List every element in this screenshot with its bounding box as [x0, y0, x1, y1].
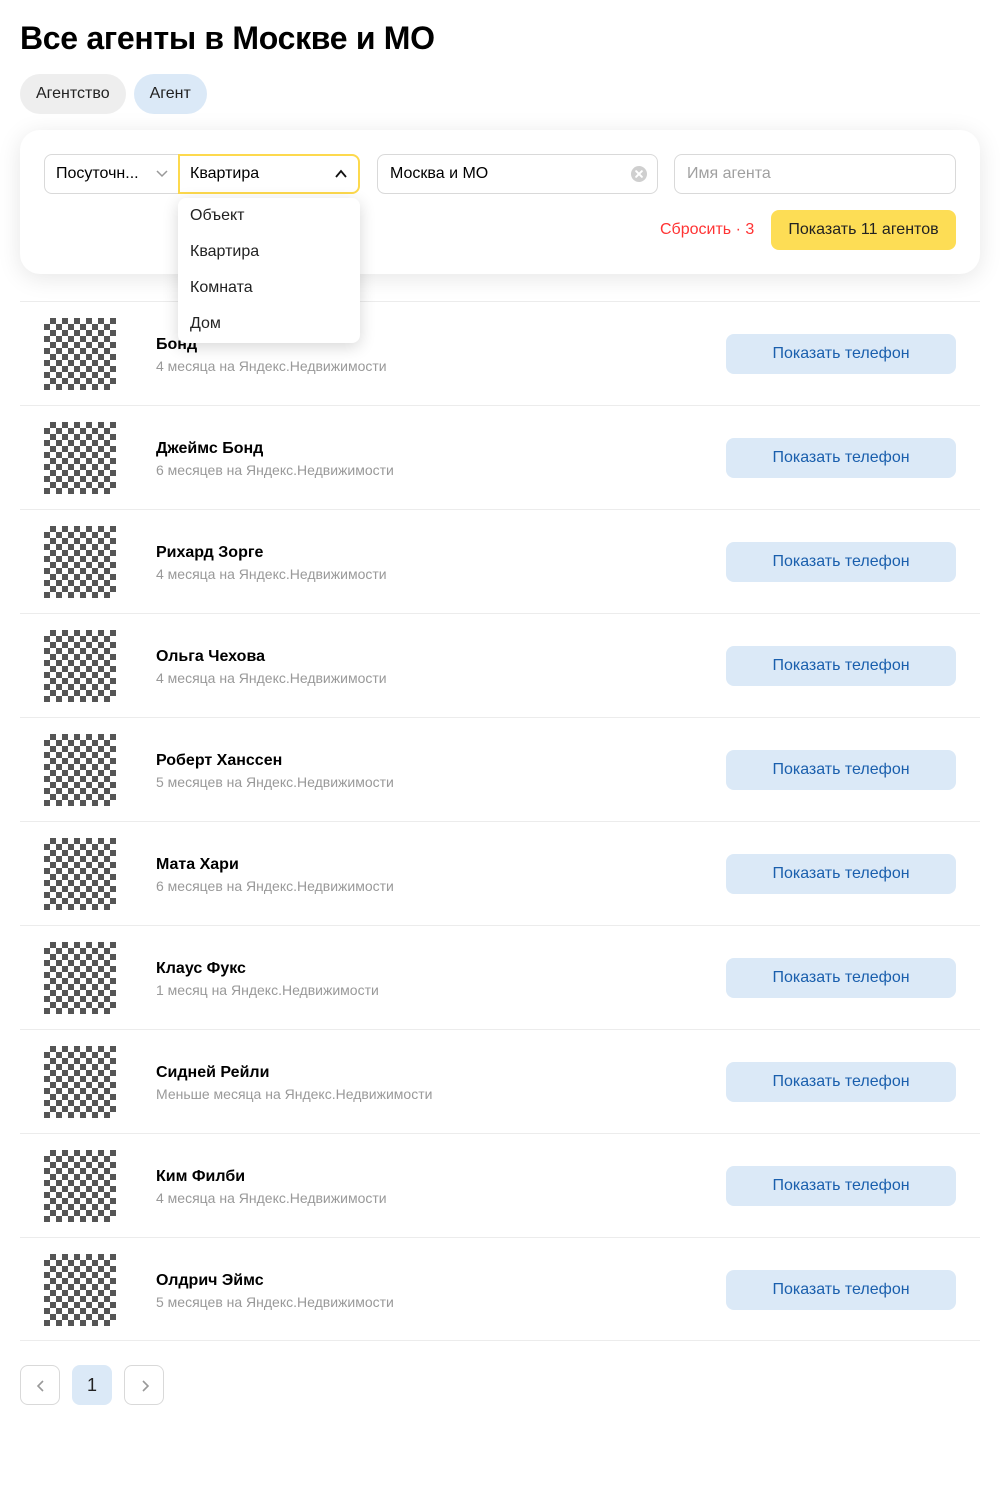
list-item: Мата Хари 6 месяцев на Яндекс.Недвижимос…	[20, 821, 980, 925]
avatar	[44, 1254, 116, 1326]
show-phone-button[interactable]: Показать телефон	[726, 1062, 956, 1102]
dropdown-option-house[interactable]: Дом	[178, 306, 360, 342]
list-item: Ким Филби 4 месяца на Яндекс.Недвижимост…	[20, 1133, 980, 1237]
show-phone-button[interactable]: Показать телефон	[726, 750, 956, 790]
agent-name[interactable]: Мата Хари	[156, 855, 239, 875]
clear-circle-icon[interactable]	[631, 166, 647, 182]
prev-page-button[interactable]	[20, 1365, 60, 1405]
avatar	[44, 318, 116, 390]
dropdown-option-object[interactable]: Объект	[178, 198, 360, 234]
show-phone-button[interactable]: Показать телефон	[726, 854, 956, 894]
object-type-select[interactable]: Квартира	[178, 154, 360, 194]
avatar	[44, 1046, 116, 1118]
object-type-dropdown: Объект Квартира Комната Дом	[178, 198, 360, 343]
show-agents-button[interactable]: Показать 11 агентов	[771, 210, 956, 250]
agent-meta: 4 месяца на Яндекс.Недвижимости	[156, 1190, 387, 1206]
agents-list: Бонд 4 месяца на Яндекс.Недвижимости Пок…	[20, 301, 980, 1341]
agent-name[interactable]: Сидней Рейли	[156, 1063, 269, 1083]
chevron-left-icon	[36, 1380, 44, 1392]
agent-name[interactable]: Клаус Фукс	[156, 959, 246, 979]
avatar	[44, 734, 116, 806]
page-number-button[interactable]: 1	[72, 1365, 112, 1405]
reset-filters-link[interactable]: Сбросить · 3	[660, 210, 754, 250]
agent-meta: Меньше месяца на Яндекс.Недвижимости	[156, 1086, 433, 1102]
show-phone-button[interactable]: Показать телефон	[726, 542, 956, 582]
agent-type-tabs: Агентство Агент	[20, 74, 207, 114]
next-page-button[interactable]	[124, 1365, 164, 1405]
page-title: Все агенты в Москве и МО	[20, 20, 435, 56]
agent-name[interactable]: Джеймс Бонд	[156, 439, 263, 459]
show-phone-button[interactable]: Показать телефон	[726, 958, 956, 998]
pagination: 1	[20, 1365, 164, 1405]
agent-name[interactable]: Ольга Чехова	[156, 647, 265, 667]
chevron-down-icon	[156, 170, 168, 178]
agent-meta: 5 месяцев на Яндекс.Недвижимости	[156, 774, 394, 790]
agent-name[interactable]: Роберт Ханссен	[156, 751, 282, 771]
filter-panel: Посуточн... Квартира Москва и МО Сбросит…	[20, 130, 980, 274]
chevron-right-icon	[142, 1380, 150, 1392]
avatar	[44, 526, 116, 598]
tab-agent[interactable]: Агент	[133, 74, 207, 114]
avatar	[44, 1150, 116, 1222]
region-input[interactable]: Москва и МО	[377, 154, 658, 194]
agent-meta: 4 месяца на Яндекс.Недвижимости	[156, 670, 387, 686]
agent-name[interactable]: Рихард Зорге	[156, 543, 263, 563]
agent-name-input[interactable]	[674, 154, 956, 194]
list-item: Рихард Зорге 4 месяца на Яндекс.Недвижим…	[20, 509, 980, 613]
agent-name[interactable]: Олдрич Эймс	[156, 1271, 264, 1291]
avatar	[44, 630, 116, 702]
list-item: Ольга Чехова 4 месяца на Яндекс.Недвижим…	[20, 613, 980, 717]
list-item: Джеймс Бонд 6 месяцев на Яндекс.Недвижим…	[20, 405, 980, 509]
agent-meta: 5 месяцев на Яндекс.Недвижимости	[156, 1294, 394, 1310]
show-phone-button[interactable]: Показать телефон	[726, 1166, 956, 1206]
deal-type-select[interactable]: Посуточн...	[44, 154, 180, 194]
deal-type-value: Посуточн...	[56, 165, 139, 182]
agent-meta: 1 месяц на Яндекс.Недвижимости	[156, 982, 379, 998]
avatar	[44, 422, 116, 494]
avatar	[44, 838, 116, 910]
agent-meta: 4 месяца на Яндекс.Недвижимости	[156, 358, 387, 374]
chevron-up-icon	[335, 169, 347, 178]
list-item: Роберт Ханссен 5 месяцев на Яндекс.Недви…	[20, 717, 980, 821]
region-value: Москва и МО	[390, 165, 489, 182]
list-item: Бонд 4 месяца на Яндекс.Недвижимости Пок…	[20, 301, 980, 405]
agent-meta: 4 месяца на Яндекс.Недвижимости	[156, 566, 387, 582]
dropdown-option-room[interactable]: Комната	[178, 270, 360, 306]
list-item: Клаус Фукс 1 месяц на Яндекс.Недвижимост…	[20, 925, 980, 1029]
show-phone-button[interactable]: Показать телефон	[726, 438, 956, 478]
agent-meta: 6 месяцев на Яндекс.Недвижимости	[156, 462, 394, 478]
show-phone-button[interactable]: Показать телефон	[726, 646, 956, 686]
dropdown-option-apartment[interactable]: Квартира	[178, 234, 360, 270]
show-phone-button[interactable]: Показать телефон	[726, 334, 956, 374]
agent-name[interactable]: Ким Филби	[156, 1167, 245, 1187]
tab-agency[interactable]: Агентство	[20, 74, 126, 114]
avatar	[44, 942, 116, 1014]
object-type-value: Квартира	[190, 165, 260, 182]
show-phone-button[interactable]: Показать телефон	[726, 1270, 956, 1310]
agent-meta: 6 месяцев на Яндекс.Недвижимости	[156, 878, 394, 894]
list-item: Сидней Рейли Меньше месяца на Яндекс.Нед…	[20, 1029, 980, 1133]
list-item: Олдрич Эймс 5 месяцев на Яндекс.Недвижим…	[20, 1237, 980, 1341]
